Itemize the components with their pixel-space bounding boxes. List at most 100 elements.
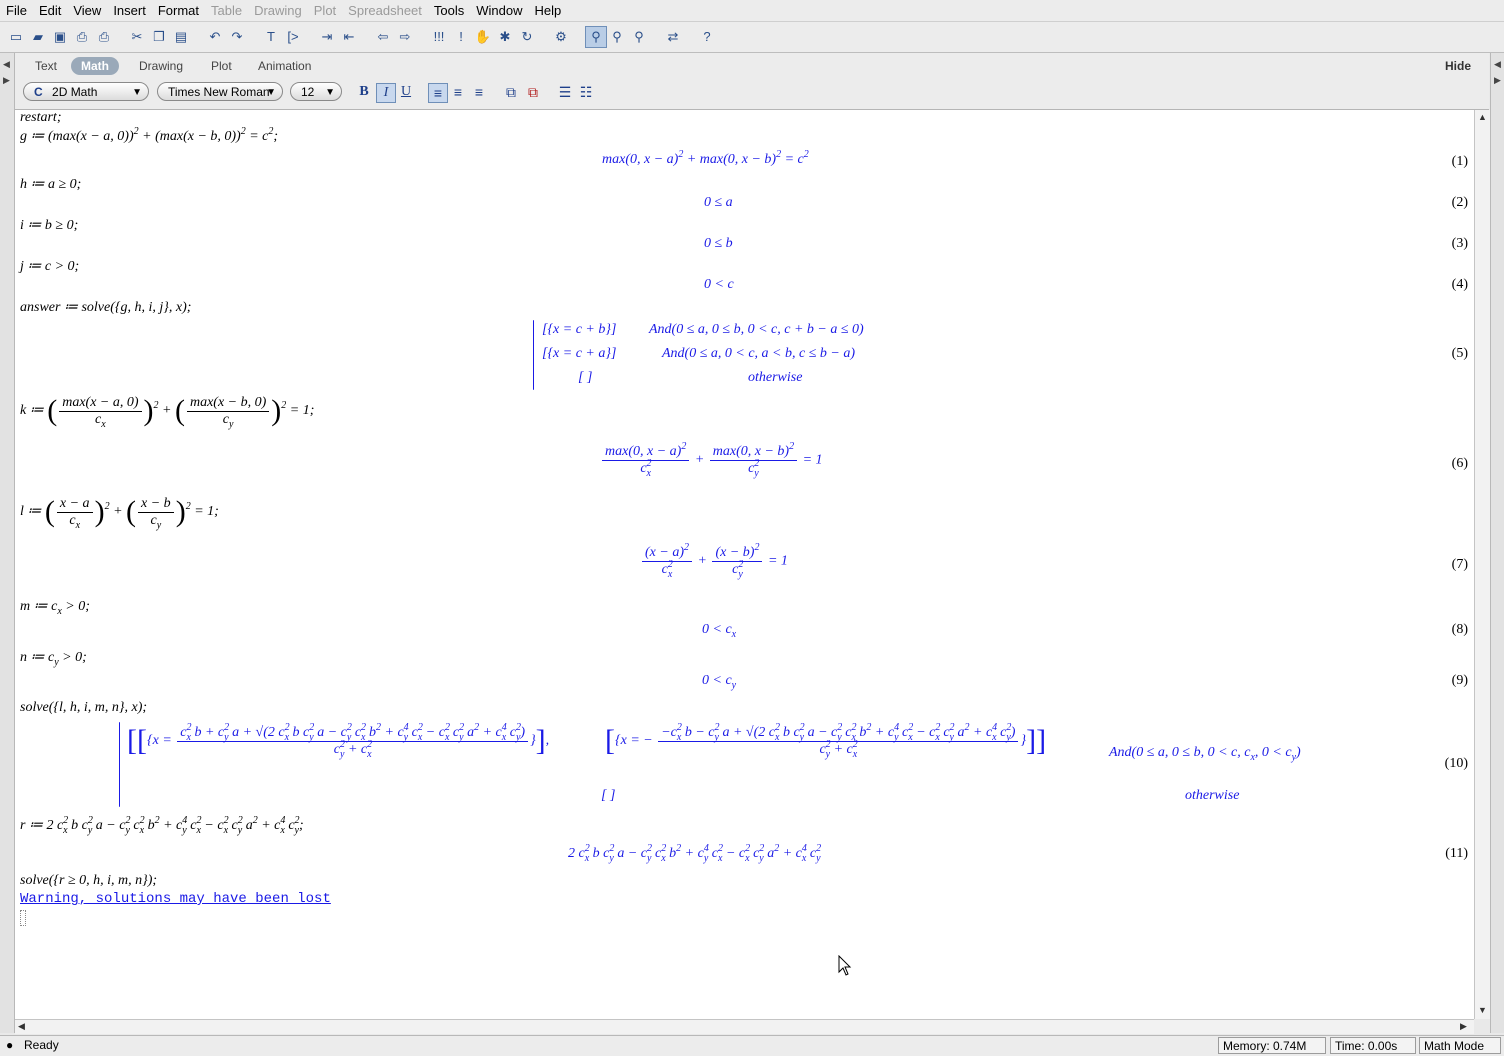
menu-plot[interactable]: Plot bbox=[308, 0, 342, 21]
stop-icon[interactable]: ✋ bbox=[473, 27, 493, 47]
output-10-empty: [ ] bbox=[601, 788, 616, 803]
forward-icon[interactable]: ⇨ bbox=[395, 27, 415, 47]
collapse-left-icon[interactable]: ◀ bbox=[3, 59, 10, 70]
mouse-pointer-icon bbox=[838, 955, 852, 976]
worksheet[interactable]: restart; g ≔ (max(x − a, 0))2 + (max(x −… bbox=[15, 110, 1474, 1019]
status-bar: ● Ready Memory: 0.74M Time: 0.00s Math M… bbox=[0, 1035, 1504, 1056]
save-icon[interactable]: ▣ bbox=[50, 27, 70, 47]
math-mode-select[interactable]: C 2D Math ▼ bbox=[23, 82, 149, 101]
back-icon[interactable]: ⇦ bbox=[373, 27, 393, 47]
execute-all-icon[interactable]: !!! bbox=[429, 27, 449, 47]
input-l[interactable]: l ≔ (x − a cx)2 + (x − b cy)2 = 1; bbox=[20, 495, 219, 531]
font-size-value: 12 bbox=[301, 85, 315, 99]
input-m[interactable]: m ≔ cx > 0; bbox=[20, 598, 90, 617]
input-n[interactable]: n ≔ cy > 0; bbox=[20, 649, 87, 668]
menu-table[interactable]: Table bbox=[205, 0, 248, 21]
swap-icon[interactable]: ⇄ bbox=[663, 27, 683, 47]
zoom-200-icon[interactable]: ⚲ bbox=[629, 27, 649, 47]
debug-icon[interactable]: ✱ bbox=[495, 27, 515, 47]
help-icon[interactable]: ? bbox=[697, 27, 717, 47]
redo-icon[interactable]: ↷ bbox=[227, 27, 247, 47]
output-11: 2 c2x b c2y a − c2y c2x b2 + c4y c2x − c… bbox=[568, 843, 822, 864]
output-10-condition-text: And(0 ≤ a, 0 ≤ b, 0 < c bbox=[1109, 745, 1238, 760]
underline-button[interactable]: U bbox=[397, 83, 415, 101]
menu-drawing[interactable]: Drawing bbox=[248, 0, 308, 21]
italic-button[interactable]: I bbox=[376, 83, 396, 103]
collapse-right-icon[interactable]: ◀ bbox=[1494, 59, 1501, 70]
menu-edit[interactable]: Edit bbox=[33, 0, 67, 21]
input-restart[interactable]: restart; bbox=[20, 110, 61, 126]
text-icon[interactable]: T bbox=[261, 27, 281, 47]
vertical-scrollbar[interactable]: ▲ ▼ bbox=[1474, 110, 1490, 1019]
horizontal-scrollbar[interactable]: ◀ ▶ bbox=[15, 1019, 1474, 1034]
font-value: Times New Roman bbox=[168, 85, 270, 99]
prompt-icon[interactable]: [> bbox=[283, 27, 303, 47]
tab-drawing[interactable]: Drawing bbox=[129, 57, 193, 75]
tab-animation[interactable]: Animation bbox=[248, 57, 321, 75]
convert-math-icon[interactable]: ⧉ bbox=[524, 83, 542, 101]
collapse-right-icon[interactable]: ▶ bbox=[1494, 75, 1501, 86]
scroll-up-icon[interactable]: ▲ bbox=[1478, 112, 1487, 122]
zoom-100-icon[interactable]: ⚲ bbox=[585, 26, 607, 48]
align-right-icon[interactable]: ≡ bbox=[470, 83, 488, 101]
chevron-down-icon: ▼ bbox=[325, 87, 335, 98]
input-g[interactable]: g ≔ (max(x − a, 0))2 + (max(x − b, 0))2 … bbox=[20, 126, 278, 145]
align-center-icon[interactable]: ≡ bbox=[449, 83, 467, 101]
menu-window[interactable]: Window bbox=[470, 0, 528, 21]
equation-label: (11) bbox=[1445, 846, 1468, 861]
input-r[interactable]: r ≔ 2 c2x b c2y a − c2y c2x b2 + c4y c2x… bbox=[20, 815, 304, 836]
collapse-left-icon[interactable]: ▶ bbox=[3, 75, 10, 86]
copy-icon[interactable]: ❐ bbox=[149, 27, 169, 47]
zoom-150-icon[interactable]: ⚲ bbox=[607, 27, 627, 47]
scroll-right-icon[interactable]: ▶ bbox=[1460, 1021, 1467, 1032]
convert-text-icon[interactable]: ⧉ bbox=[502, 83, 520, 101]
indent-icon[interactable]: ⇥ bbox=[317, 27, 337, 47]
print-preview-icon[interactable]: ⎙ bbox=[94, 27, 114, 47]
scroll-down-icon[interactable]: ▼ bbox=[1478, 1005, 1487, 1015]
input-j[interactable]: j ≔ c > 0; bbox=[20, 258, 79, 275]
input-answer[interactable]: answer ≔ solve({g, h, i, j}, x); bbox=[20, 299, 191, 316]
tab-plot[interactable]: Plot bbox=[201, 57, 242, 75]
open-icon[interactable]: ▰ bbox=[28, 27, 48, 47]
output-5-row-2-condition: And(0 ≤ a, 0 < c, a < b, c ≤ b − a) bbox=[662, 346, 856, 361]
menu-tools[interactable]: Tools bbox=[428, 0, 470, 21]
cut-icon[interactable]: ✂ bbox=[127, 27, 147, 47]
equation-label: (6) bbox=[1451, 456, 1468, 471]
font-size-select[interactable]: 12 ▼ bbox=[290, 82, 342, 101]
new-icon[interactable]: ▭ bbox=[6, 27, 26, 47]
equation-label: (1) bbox=[1451, 154, 1468, 169]
settings-icon[interactable]: ⚙ bbox=[551, 27, 571, 47]
mode-indicator[interactable]: Math Mode bbox=[1419, 1037, 1501, 1054]
warning-message[interactable]: Warning, solutions may have been lost bbox=[20, 891, 331, 907]
outdent-icon[interactable]: ⇤ bbox=[339, 27, 359, 47]
menu-format[interactable]: Format bbox=[152, 0, 205, 21]
input-k[interactable]: k ≔ (max(x − a, 0) cx)2 + (max(x − b, 0) c… bbox=[20, 394, 314, 430]
execute-icon[interactable]: ! bbox=[451, 27, 471, 47]
input-solve-1[interactable]: solve({l, h, i, m, n}, x); bbox=[20, 700, 147, 716]
tab-text[interactable]: Text bbox=[25, 57, 67, 75]
bullet-list-icon[interactable]: ☰ bbox=[556, 83, 574, 101]
output-1: max(0, x − a)2 + max(0, x − b)2 = c2 bbox=[602, 149, 809, 167]
menu-help[interactable]: Help bbox=[529, 0, 568, 21]
menu-insert[interactable]: Insert bbox=[107, 0, 152, 21]
restart-icon[interactable]: ↻ bbox=[517, 27, 537, 47]
numbered-list-icon[interactable]: ☷ bbox=[577, 83, 595, 101]
menu-file[interactable]: File bbox=[0, 0, 33, 21]
font-select[interactable]: Times New Roman ▼ bbox=[157, 82, 283, 101]
hide-button[interactable]: Hide bbox=[1445, 59, 1471, 73]
equation-label: (9) bbox=[1451, 673, 1468, 688]
input-cursor[interactable] bbox=[20, 910, 26, 926]
input-h[interactable]: h ≔ a ≥ 0; bbox=[20, 176, 81, 193]
input-solve-2[interactable]: solve({r ≥ 0, h, i, m, n}); bbox=[20, 873, 157, 889]
menu-view[interactable]: View bbox=[67, 0, 107, 21]
tab-math[interactable]: Math bbox=[71, 57, 119, 75]
undo-icon[interactable]: ↶ bbox=[205, 27, 225, 47]
print-icon[interactable]: ⎙ bbox=[72, 27, 92, 47]
input-i[interactable]: i ≔ b ≥ 0; bbox=[20, 217, 78, 234]
scroll-left-icon[interactable]: ◀ bbox=[18, 1021, 25, 1032]
input-g-text: g ≔ (max(x − a, 0)) bbox=[20, 129, 134, 144]
bold-button[interactable]: B bbox=[355, 83, 373, 101]
menu-spreadsheet[interactable]: Spreadsheet bbox=[342, 0, 428, 21]
paste-icon[interactable]: ▤ bbox=[171, 27, 191, 47]
align-left-icon[interactable]: ≡ bbox=[428, 83, 448, 103]
